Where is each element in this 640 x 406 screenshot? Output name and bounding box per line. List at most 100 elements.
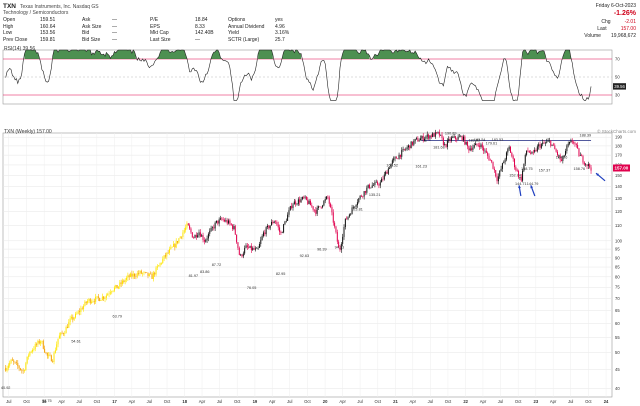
candle-body bbox=[421, 135, 423, 139]
candle-body bbox=[252, 248, 254, 251]
candle-body bbox=[369, 184, 371, 189]
y-tick-label: 90 bbox=[615, 255, 620, 260]
candle-body bbox=[179, 236, 181, 239]
x-tick-label: Apr bbox=[480, 399, 487, 404]
candle-body bbox=[11, 359, 13, 361]
candle-body bbox=[117, 286, 119, 289]
candle-body bbox=[271, 221, 273, 226]
candle-body bbox=[331, 207, 333, 213]
price-annotation: 54.61 bbox=[71, 339, 81, 343]
candle-body bbox=[28, 355, 30, 357]
x-tick-label: Oct bbox=[375, 399, 382, 404]
candle-body bbox=[95, 296, 97, 302]
candle-body bbox=[52, 361, 54, 363]
candle-body bbox=[269, 225, 271, 229]
candle-body bbox=[569, 141, 571, 144]
candle-body bbox=[194, 234, 196, 239]
candle-body bbox=[397, 158, 399, 160]
candle-body bbox=[552, 144, 554, 146]
candle-body bbox=[514, 158, 516, 168]
x-tick-label: Oct bbox=[304, 399, 311, 404]
candle-body bbox=[128, 275, 130, 277]
candle-body bbox=[590, 167, 592, 171]
candle-body bbox=[285, 220, 287, 222]
price-annotation: 152.74 bbox=[509, 173, 521, 177]
candle-body bbox=[320, 206, 322, 208]
candle-body bbox=[72, 316, 74, 320]
candle-body bbox=[230, 223, 232, 226]
candle-body bbox=[226, 220, 228, 224]
candle-body bbox=[123, 280, 125, 282]
x-tick-label: Oct bbox=[515, 399, 522, 404]
candle-body bbox=[499, 170, 501, 177]
candle-body bbox=[417, 138, 419, 142]
candle-body bbox=[109, 292, 111, 294]
candle-body bbox=[475, 143, 477, 146]
candle-body bbox=[225, 220, 227, 222]
rsi-latest-value: 39.56 bbox=[614, 84, 625, 89]
price-annotation: 158.76 bbox=[573, 167, 585, 171]
candle-body bbox=[33, 349, 35, 350]
candle-body bbox=[293, 201, 295, 205]
candle-body bbox=[522, 170, 524, 181]
candle-body bbox=[433, 133, 435, 137]
price-annotation: 144.79 bbox=[527, 182, 539, 186]
candle-body bbox=[266, 225, 268, 228]
candle-body bbox=[393, 158, 395, 161]
candle-body bbox=[167, 252, 169, 254]
stock-chart: 30 50 70 39.56 40 45 50 55 60 65 70 75 80 85 90 95 100 1… bbox=[1, 49, 630, 404]
candle-body bbox=[107, 294, 109, 296]
candle-body bbox=[166, 252, 168, 257]
price-annotation: 162.52 bbox=[386, 163, 398, 167]
price-annotation: 135.21 bbox=[369, 193, 381, 197]
candle-body bbox=[61, 332, 63, 334]
candle-body bbox=[236, 234, 238, 243]
candle-body bbox=[481, 144, 483, 148]
candle-body bbox=[411, 141, 413, 145]
candle-body bbox=[472, 147, 474, 150]
candle-body bbox=[326, 196, 328, 199]
x-tick-label: Apr bbox=[199, 399, 206, 404]
candle-body bbox=[25, 363, 27, 371]
candle-body bbox=[257, 247, 259, 249]
candle-body bbox=[201, 235, 203, 237]
rsi-overbought-fill bbox=[341, 50, 370, 59]
candle-body bbox=[6, 367, 8, 371]
candle-body bbox=[350, 214, 352, 215]
candle-body bbox=[37, 340, 39, 345]
candle-body bbox=[214, 222, 216, 229]
candle-body bbox=[319, 206, 321, 208]
candle-body bbox=[548, 140, 550, 142]
x-tick-label: Jul bbox=[568, 399, 573, 404]
candle-body bbox=[234, 226, 236, 235]
y-tick-label: 120 bbox=[615, 209, 623, 214]
candle-body bbox=[272, 221, 274, 224]
candle-body bbox=[195, 234, 197, 238]
candle-body bbox=[375, 181, 377, 183]
candle-body bbox=[100, 300, 102, 301]
candle-body bbox=[374, 182, 376, 185]
candle-body bbox=[92, 301, 94, 302]
candle-body bbox=[104, 297, 106, 299]
candle-body bbox=[49, 354, 51, 356]
y-tick-label: 45 bbox=[615, 367, 620, 372]
candle-body bbox=[344, 218, 346, 228]
price-annotation: 76.05 bbox=[247, 286, 257, 290]
candle-body bbox=[241, 254, 243, 257]
candle-body bbox=[124, 279, 126, 282]
candle-body bbox=[573, 142, 575, 144]
candle-body bbox=[480, 144, 482, 147]
candle-body bbox=[534, 150, 536, 152]
candle-body bbox=[202, 235, 204, 240]
candle-body bbox=[360, 195, 362, 197]
x-tick-label: 22 bbox=[463, 399, 468, 404]
x-tick-label: Jul bbox=[357, 399, 362, 404]
rsi-label: RSI(14) 39.56 bbox=[4, 46, 36, 52]
candle-body bbox=[10, 359, 12, 363]
candle-body bbox=[88, 299, 90, 301]
candle-body bbox=[250, 245, 252, 251]
candle-body bbox=[304, 196, 306, 198]
candle-body bbox=[471, 148, 473, 150]
candle-body bbox=[330, 203, 332, 208]
candle-body bbox=[18, 366, 20, 369]
